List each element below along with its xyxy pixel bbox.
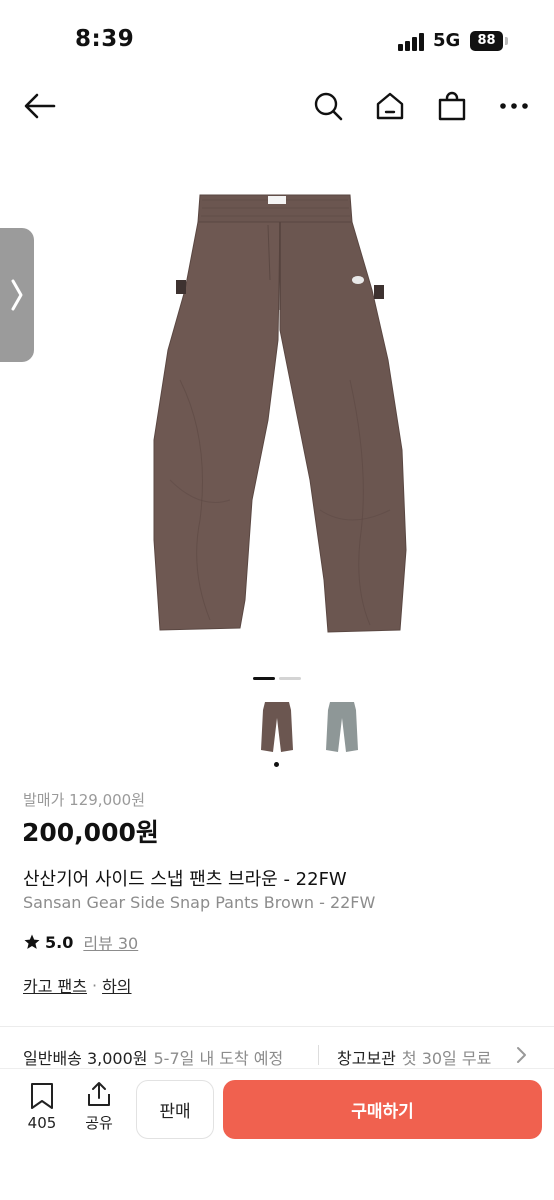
shipping-label: 일반배송 3,000원	[23, 1049, 148, 1068]
category-link-bottoms[interactable]: 하의	[102, 973, 131, 997]
network-label: 5G	[433, 30, 461, 51]
search-icon	[314, 92, 343, 121]
chevron-right-icon	[11, 279, 23, 311]
gallery-indicator-active	[253, 677, 275, 680]
arrow-left-icon	[24, 93, 56, 119]
more-horizontal-icon	[500, 103, 528, 109]
category-link-cargo-pants[interactable]: 카고 팬츠	[23, 973, 87, 997]
back-button[interactable]	[22, 88, 58, 124]
more-button[interactable]	[496, 88, 532, 124]
review-link[interactable]: 리뷰 30	[83, 930, 138, 954]
star-icon	[24, 934, 40, 949]
category-separator: ·	[91, 975, 98, 995]
status-bar: 8:39 5G 88	[0, 0, 554, 80]
price: 200,000원	[22, 818, 159, 847]
share-label: 공유	[85, 1114, 113, 1132]
battery-tip	[505, 37, 508, 45]
shipping-divider	[318, 1045, 319, 1065]
chevron-right-icon	[517, 1047, 526, 1063]
pants-illustration	[153, 194, 407, 633]
home-icon	[376, 92, 404, 120]
home-button[interactable]	[372, 88, 408, 124]
wishlist-button[interactable]: 405	[22, 1082, 62, 1132]
thumbnail-selected-dot	[274, 762, 279, 767]
shipping-info[interactable]: 일반배송 3,000원 5-7일 내 도착 예정	[23, 1045, 283, 1069]
divider	[0, 1026, 554, 1027]
storage-note: 첫 30일 무료	[401, 1049, 492, 1068]
rating-row: 5.0 리뷰 30	[23, 930, 138, 954]
product-title-english: Sansan Gear Side Snap Pants Brown - 22FW	[23, 893, 376, 912]
side-panel-toggle[interactable]	[0, 228, 34, 362]
product-image[interactable]	[140, 180, 420, 640]
share-icon	[88, 1082, 110, 1106]
original-price: 발매가 129,000원	[23, 791, 145, 809]
category-breadcrumb: 카고 팬츠 · 하의	[23, 973, 132, 997]
signal-icon	[398, 33, 426, 51]
share-button[interactable]: 공유	[79, 1080, 119, 1133]
storage-label: 창고보관	[337, 1049, 396, 1068]
gray-pants-thumbnail[interactable]	[322, 700, 362, 754]
battery-icon: 88	[470, 31, 503, 51]
buy-button[interactable]: 구매하기	[223, 1080, 542, 1139]
wishlist-count: 405	[27, 1114, 57, 1132]
product-title-korean: 산산기어 사이드 스냅 팬츠 브라운 - 22FW	[23, 869, 347, 890]
cart-button[interactable]	[434, 88, 470, 124]
brown-pants-thumbnail[interactable]	[257, 700, 297, 754]
storage-info[interactable]: 창고보관 첫 30일 무료	[337, 1045, 491, 1069]
bookmark-icon	[31, 1083, 53, 1109]
status-time: 8:39	[75, 26, 135, 52]
shopping-bag-icon	[438, 91, 466, 121]
sell-button[interactable]: 판매	[136, 1080, 214, 1139]
rating-value: 5.0	[45, 932, 74, 952]
shipping-eta: 5-7일 내 도착 예정	[153, 1049, 284, 1068]
search-button[interactable]	[310, 88, 346, 124]
gallery-indicator-inactive	[279, 677, 301, 680]
